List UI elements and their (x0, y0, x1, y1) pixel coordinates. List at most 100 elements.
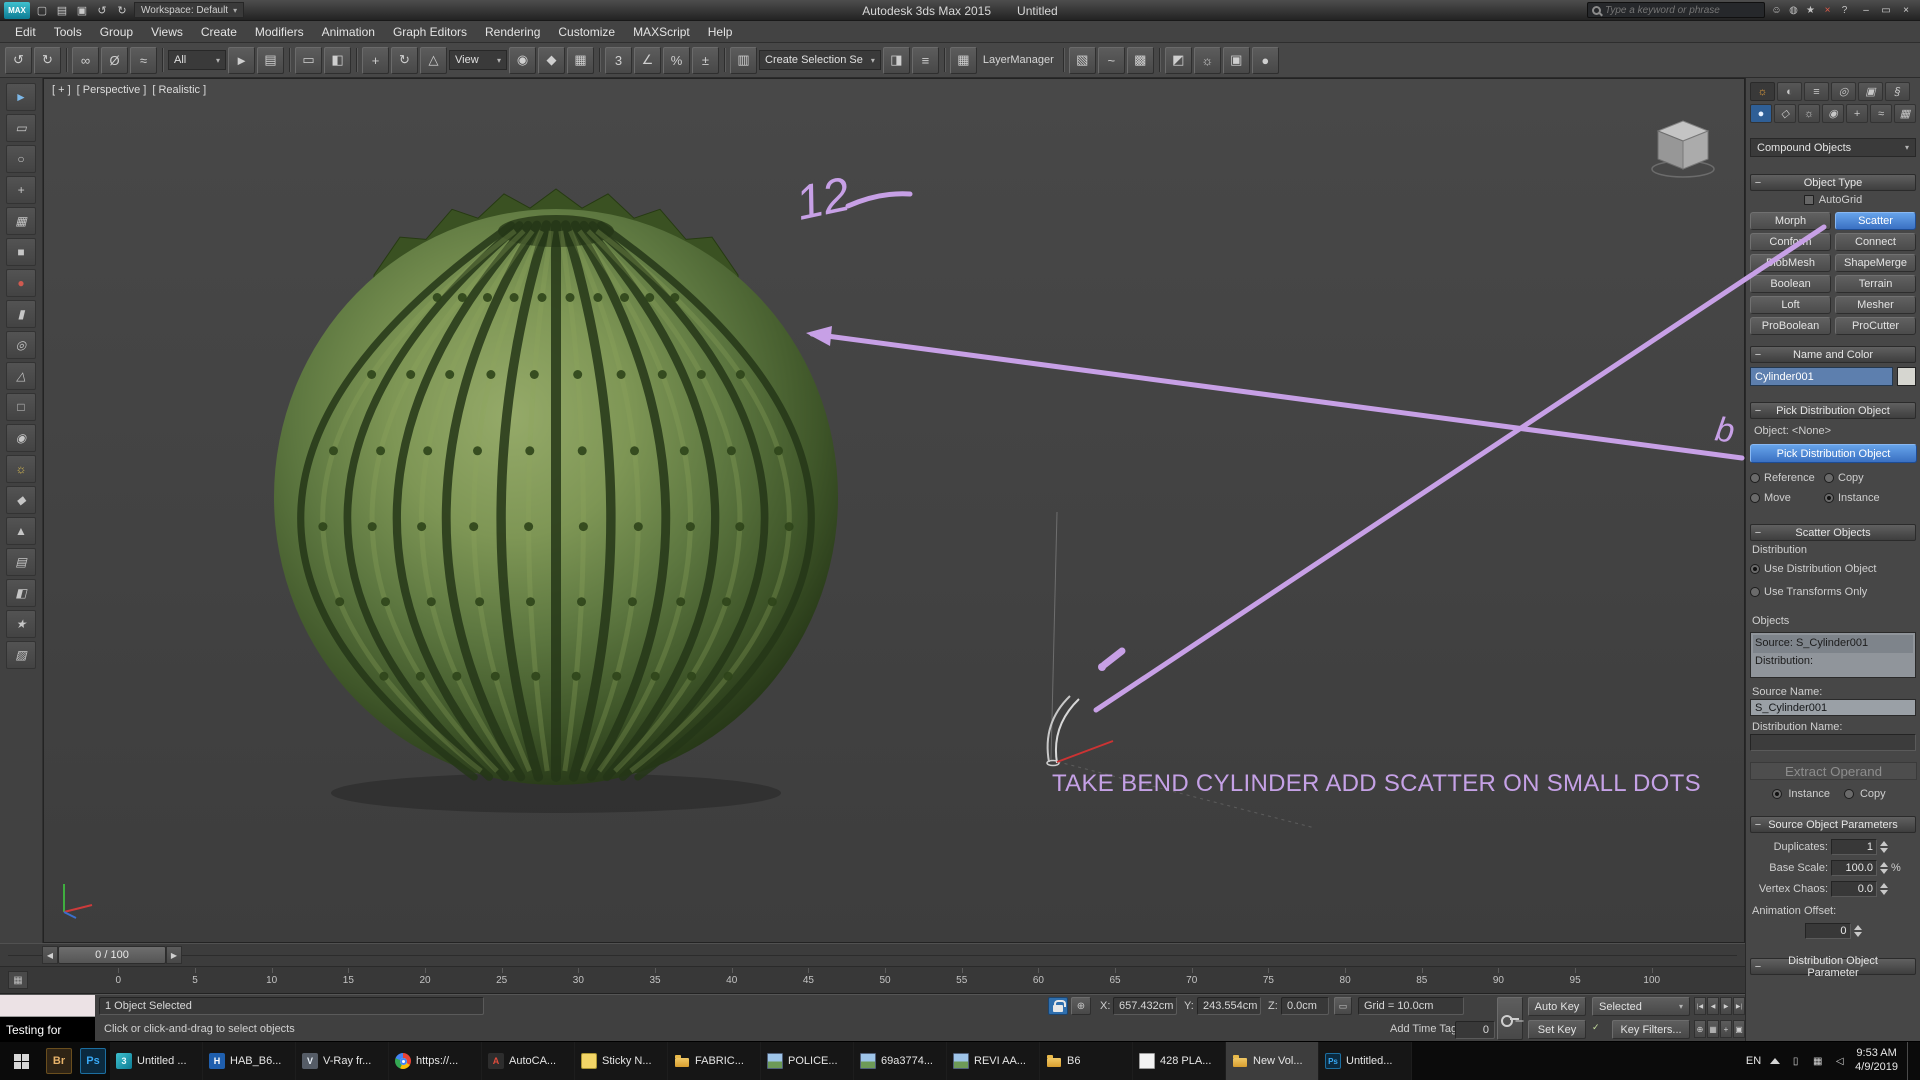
animation-offset-spinner[interactable] (1853, 925, 1862, 937)
base-scale-spinner[interactable] (1880, 862, 1888, 874)
selection-filter-dropdown[interactable]: All (168, 50, 226, 70)
angle-snap-icon[interactable]: ∠ (634, 46, 661, 74)
pen-input-icon[interactable]: ▯ (1789, 1055, 1802, 1068)
language-indicator[interactable]: EN (1746, 1055, 1761, 1067)
mirror-icon[interactable]: ◨ (882, 46, 910, 74)
hatch-icon[interactable]: ▨ (6, 641, 36, 669)
marquee-select-icon[interactable]: ▭ (6, 114, 36, 142)
list-view-icon[interactable]: ▤ (6, 548, 36, 576)
undo-icon[interactable]: ↺ (5, 46, 32, 74)
object-type-button[interactable]: ShapeMerge (1835, 254, 1916, 272)
favorites-icon[interactable]: ★ (1802, 2, 1819, 18)
taskbar-item[interactable]: 428 PLA... (1133, 1042, 1226, 1080)
reference-radio[interactable] (1750, 473, 1760, 483)
distribution-name-field[interactable] (1750, 734, 1916, 751)
scatter-objects-rollout[interactable]: Scatter Objects (1750, 524, 1916, 541)
move-radio[interactable] (1750, 493, 1760, 503)
grid-helper-icon[interactable]: ▦ (6, 207, 36, 235)
pick-distribution-object-button[interactable]: Pick Distribution Object (1750, 444, 1917, 463)
help-icon[interactable]: ? (1836, 2, 1853, 18)
reference-coordinate-dropdown[interactable]: View (449, 50, 507, 70)
autogrid-checkbox[interactable] (1803, 195, 1814, 205)
maxscript-mini-listener[interactable]: Testing for (0, 1017, 95, 1042)
geometry-category-icon[interactable]: ● (1750, 104, 1772, 123)
snap-aux-toggle[interactable]: ⊕ (1071, 997, 1091, 1015)
sphere-primitive-icon[interactable]: ● (6, 269, 36, 297)
undo-icon[interactable]: ↺ (93, 2, 111, 18)
close-search-icon[interactable]: × (1819, 2, 1836, 18)
select-cursor-icon[interactable]: ► (6, 83, 36, 111)
zoom-extents-icon[interactable]: ▦ (1707, 1020, 1719, 1038)
graphite-ribbon-icon[interactable]: ▧ (1068, 46, 1096, 74)
select-and-scale-icon[interactable]: △ (420, 46, 447, 74)
base-scale-field[interactable]: 100.0 (1831, 860, 1877, 876)
geosphere-primitive-icon[interactable]: ◉ (6, 424, 36, 452)
select-object-icon[interactable]: ► (228, 46, 255, 74)
current-frame-field[interactable]: 0 (1455, 1021, 1495, 1039)
extract-instance-radio[interactable] (1772, 789, 1783, 799)
object-type-button[interactable]: Connect (1835, 233, 1916, 251)
menu-item[interactable]: Graph Editors (384, 22, 476, 42)
menu-item[interactable]: Animation (313, 22, 384, 42)
keyboard-override-icon[interactable]: ▦ (567, 46, 594, 74)
layer-manager-icon[interactable]: ▦ (949, 46, 977, 74)
window-crossing-icon[interactable]: ◧ (324, 46, 351, 74)
source-name-field[interactable]: S_Cylinder001 (1750, 699, 1916, 716)
duplicates-spinner[interactable] (1880, 841, 1888, 853)
zoom-icon[interactable]: ⊕ (1694, 1020, 1706, 1038)
show-desktop-button[interactable] (1907, 1042, 1914, 1080)
use-distribution-radio[interactable] (1750, 564, 1760, 574)
taskbar-item[interactable]: New Vol... (1226, 1042, 1319, 1080)
taskbar-item[interactable]: Sticky N... (575, 1042, 668, 1080)
pinned-app[interactable]: Ps (76, 1042, 110, 1080)
cone-primitive-icon[interactable]: △ (6, 362, 36, 390)
redo-icon[interactable]: ↻ (113, 2, 131, 18)
set-key-button[interactable]: Set Key (1528, 1020, 1586, 1039)
display-tab-icon[interactable]: ▣ (1858, 82, 1883, 101)
copy-radio[interactable] (1824, 473, 1834, 483)
menu-item[interactable]: Edit (6, 22, 45, 42)
key-filters-button[interactable]: Key Filters... (1612, 1020, 1690, 1039)
bind-to-space-warp-icon[interactable]: ≈ (130, 46, 157, 74)
select-and-manipulate-icon[interactable]: ◆ (538, 46, 565, 74)
key-selection-dropdown[interactable]: Selected (1592, 997, 1690, 1016)
shapes-category-icon[interactable]: ◇ (1774, 104, 1796, 123)
torus-primitive-icon[interactable]: ◎ (6, 331, 36, 359)
taskbar-item[interactable]: FABRIC... (668, 1042, 761, 1080)
spinner-snap-icon[interactable]: ± (692, 46, 719, 74)
menu-item[interactable]: Tools (45, 22, 91, 42)
lights-category-icon[interactable]: ☼ (1798, 104, 1820, 123)
align-icon[interactable]: ≡ (911, 46, 939, 74)
list-item[interactable]: Source: S_Cylinder001 (1753, 635, 1913, 653)
maximize-viewport-icon[interactable]: ▣ (1733, 1020, 1745, 1038)
pinned-app[interactable]: Br (42, 1042, 76, 1080)
volume-icon[interactable]: ◁ (1833, 1055, 1846, 1068)
object-color-swatch[interactable] (1897, 367, 1916, 386)
menu-item[interactable]: Rendering (476, 22, 549, 42)
named-selection-sets-icon[interactable]: ▥ (730, 46, 757, 74)
menu-item[interactable]: Group (91, 22, 142, 42)
show-hidden-icons-caret[interactable] (1770, 1058, 1781, 1064)
cactus-model[interactable] (249, 179, 869, 819)
use-transforms-radio[interactable] (1750, 587, 1760, 597)
modify-tab-icon[interactable]: ◐ (1777, 82, 1802, 101)
sign-in-icon[interactable]: ☺ (1768, 2, 1785, 18)
taskbar-item[interactable]: POLICE... (761, 1042, 854, 1080)
absolute-mode-toggle[interactable]: ▭ (1334, 997, 1352, 1015)
light-icon[interactable]: ☼ (6, 455, 36, 483)
rectangular-selection-icon[interactable]: ▭ (295, 46, 322, 74)
object-type-rollout[interactable]: Object Type (1750, 174, 1916, 191)
object-type-button[interactable]: Terrain (1835, 275, 1916, 293)
select-and-rotate-icon[interactable]: ↻ (391, 46, 418, 74)
object-name-field[interactable]: Cylinder001 (1750, 367, 1893, 386)
menu-item[interactable]: Customize (549, 22, 624, 42)
unlink-selection-icon[interactable]: Ø (101, 46, 128, 74)
paint-select-icon[interactable]: + (6, 176, 36, 204)
object-type-button[interactable]: BlobMesh (1750, 254, 1831, 272)
taskbar-item[interactable]: https://... (389, 1042, 482, 1080)
open-file-icon[interactable]: ▤ (53, 2, 71, 18)
taskbar-item[interactable]: REVI AA... (947, 1042, 1040, 1080)
geometry-category-dropdown[interactable]: Compound Objects (1750, 138, 1916, 157)
go-to-end-icon[interactable]: ▶| (1733, 997, 1745, 1015)
extract-copy-radio[interactable] (1843, 789, 1854, 799)
